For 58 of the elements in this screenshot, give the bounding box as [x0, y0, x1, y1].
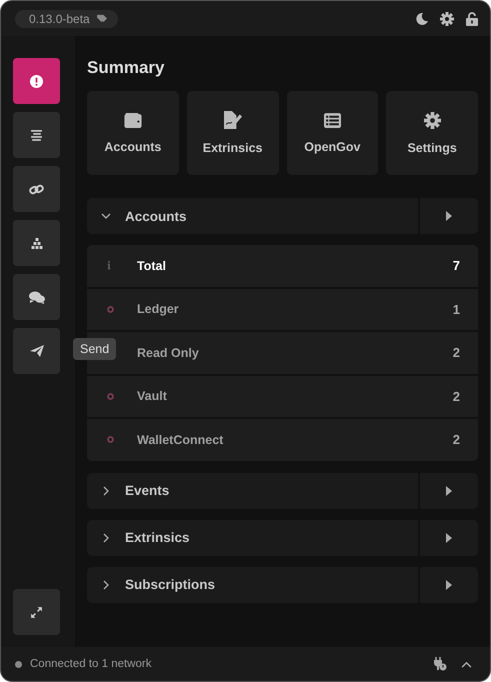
shortcut-card[interactable]: Extrinsics [186, 91, 278, 175]
account-label: WalletConnect [137, 432, 224, 447]
account-label: Ledger [137, 302, 180, 316]
shortcut-card[interactable]: Settings [386, 91, 478, 175]
status-text: Connected to 1 network [30, 658, 152, 670]
boxes-icon [30, 238, 42, 248]
shortcut-card[interactable]: Accounts [87, 91, 179, 175]
account-count: 2 [452, 388, 460, 404]
account-count: 2 [452, 432, 460, 448]
unlock-icon[interactable] [466, 12, 478, 26]
ring-icon [107, 306, 114, 313]
chevron-up-icon[interactable] [461, 660, 472, 668]
info-icon [107, 261, 111, 270]
chat-icon [28, 290, 44, 304]
section-header[interactable]: Subscriptions [87, 566, 418, 602]
list-table-icon [324, 112, 341, 128]
section-header[interactable]: Extrinsics [87, 520, 418, 556]
document-pen-icon [224, 111, 242, 129]
play-icon [446, 532, 452, 542]
sidebar-button[interactable] [13, 328, 60, 374]
sidebar-button[interactable] [13, 112, 60, 158]
account-label: Total [137, 258, 167, 273]
chevron-right-icon [101, 580, 111, 590]
version-text: 0.13.0-beta [29, 12, 90, 26]
chevron-right-icon [101, 486, 111, 496]
ring-icon [107, 436, 114, 444]
sidebar-button[interactable] [13, 58, 60, 104]
account-count: 2 [452, 345, 460, 360]
settings-icon[interactable] [440, 12, 454, 26]
info-icon [30, 74, 43, 88]
paper-plane-icon [30, 345, 44, 357]
link-icon [29, 182, 44, 196]
section-header[interactable]: Events [87, 472, 418, 508]
tag-icon [96, 14, 108, 23]
account-count: 1 [452, 302, 460, 317]
play-icon [446, 580, 452, 590]
section-header[interactable]: Accounts [87, 198, 418, 234]
moon-icon[interactable] [416, 12, 428, 24]
wallet-icon [124, 112, 142, 128]
expand-icon [30, 606, 43, 618]
account-count: 7 [452, 258, 460, 274]
sidebar-button[interactable] [13, 220, 60, 266]
shortcut-card[interactable]: OpenGov [286, 91, 378, 175]
chevron-down-icon [101, 213, 111, 219]
play-icon [446, 486, 452, 496]
list-icon [30, 130, 43, 140]
chevron-right-icon [101, 532, 111, 542]
play-icon [446, 211, 452, 221]
sidebar-button[interactable] [13, 274, 60, 320]
plug-icon[interactable] [433, 657, 447, 671]
account-label: Vault [137, 389, 168, 404]
ring-icon [107, 392, 114, 400]
page-title: Summary [87, 58, 166, 78]
status-dot [15, 660, 22, 668]
gear-icon [424, 112, 441, 128]
account-label: Read Only [137, 346, 200, 360]
tooltip: Send [73, 338, 116, 360]
sidebar-button[interactable] [13, 166, 60, 212]
